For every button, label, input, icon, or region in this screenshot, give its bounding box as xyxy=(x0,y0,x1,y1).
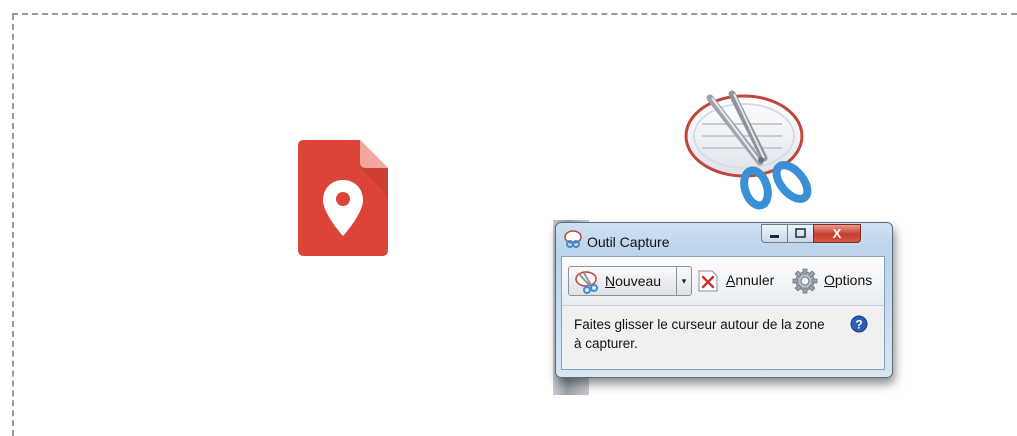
help-icon[interactable]: ? xyxy=(850,315,868,333)
maximize-icon xyxy=(795,228,806,238)
options-button[interactable]: Options xyxy=(792,268,880,294)
snipping-tool-title-icon xyxy=(564,230,582,248)
gear-icon xyxy=(792,268,818,294)
red-x-icon xyxy=(698,270,718,292)
instruction-text: Faites glisser le curseur autour de la z… xyxy=(574,317,825,351)
snipping-tool-window: Outil Capture X Nouveau ▾ Annuler Option… xyxy=(553,212,893,395)
minimize-button[interactable] xyxy=(761,224,788,243)
new-snip-button[interactable]: Nouveau xyxy=(568,266,682,296)
maximize-button[interactable] xyxy=(787,224,814,243)
window-title: Outil Capture xyxy=(587,234,670,250)
cancel-label: Annuler xyxy=(726,272,775,288)
new-snip-label: Nouveau xyxy=(605,273,662,289)
snipping-tool-logo xyxy=(684,90,812,210)
close-icon: X xyxy=(832,226,842,241)
minimize-icon xyxy=(770,235,779,238)
google-my-maps-icon xyxy=(298,140,388,256)
dashed-border-top xyxy=(12,13,1017,15)
chevron-down-icon: ▾ xyxy=(681,276,687,286)
options-label: Options xyxy=(824,272,873,288)
new-snip-icon xyxy=(575,271,598,294)
close-button[interactable]: X xyxy=(813,224,861,243)
window-client-area: Nouveau ▾ Annuler Options Faites glisser… xyxy=(561,256,885,370)
svg-text:?: ? xyxy=(855,318,862,332)
dashed-border-left xyxy=(12,14,14,436)
new-snip-dropdown[interactable]: ▾ xyxy=(676,266,692,296)
cancel-button[interactable]: Annuler xyxy=(698,268,784,294)
